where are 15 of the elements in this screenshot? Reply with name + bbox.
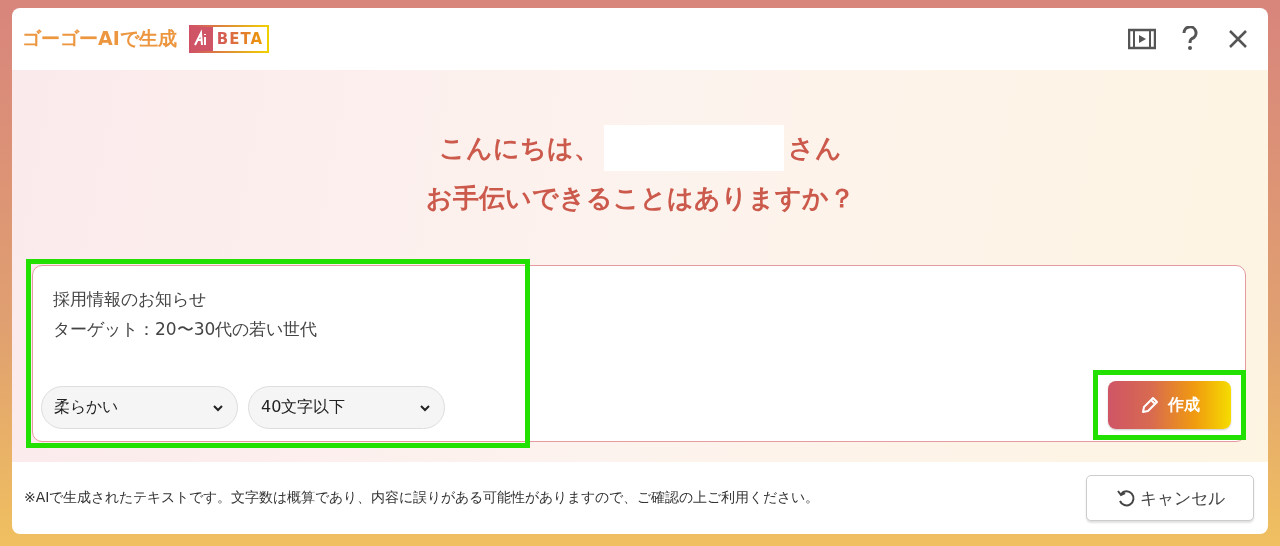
pencil-icon bbox=[1139, 395, 1160, 415]
disclaimer-text: ※AIで生成されたテキストです。文字数は概算であり、内容に誤りがある可能性がありますので、ご確認の上ご利用ください。 bbox=[24, 489, 821, 507]
question-text: お手伝いできることはありますか？ bbox=[425, 182, 855, 215]
dialog-title: ゴーゴーAIで生成 bbox=[22, 26, 177, 51]
undo-icon bbox=[1115, 488, 1136, 508]
dropdown-select[interactable]: 柔らかい bbox=[41, 386, 238, 429]
ai-logo-icon bbox=[190, 27, 213, 51]
beta-badge: BETA bbox=[188, 25, 270, 53]
greeting-text: こんにちは、 bbox=[438, 131, 600, 165]
cancel-button[interactable]: キャンセル bbox=[1086, 475, 1254, 521]
prompt-line: ターゲット：20〜30代の若い世代 bbox=[53, 318, 319, 341]
prompt-line: 採用情報のお知らせ bbox=[53, 288, 207, 311]
dropdown-select[interactable]: 40文字以下 bbox=[248, 386, 445, 429]
greeting-suffix: さん bbox=[787, 131, 842, 165]
prompt-input[interactable]: 採用情報のお知らせ ターゲット：20〜30代の若い世代 bbox=[41, 284, 515, 386]
